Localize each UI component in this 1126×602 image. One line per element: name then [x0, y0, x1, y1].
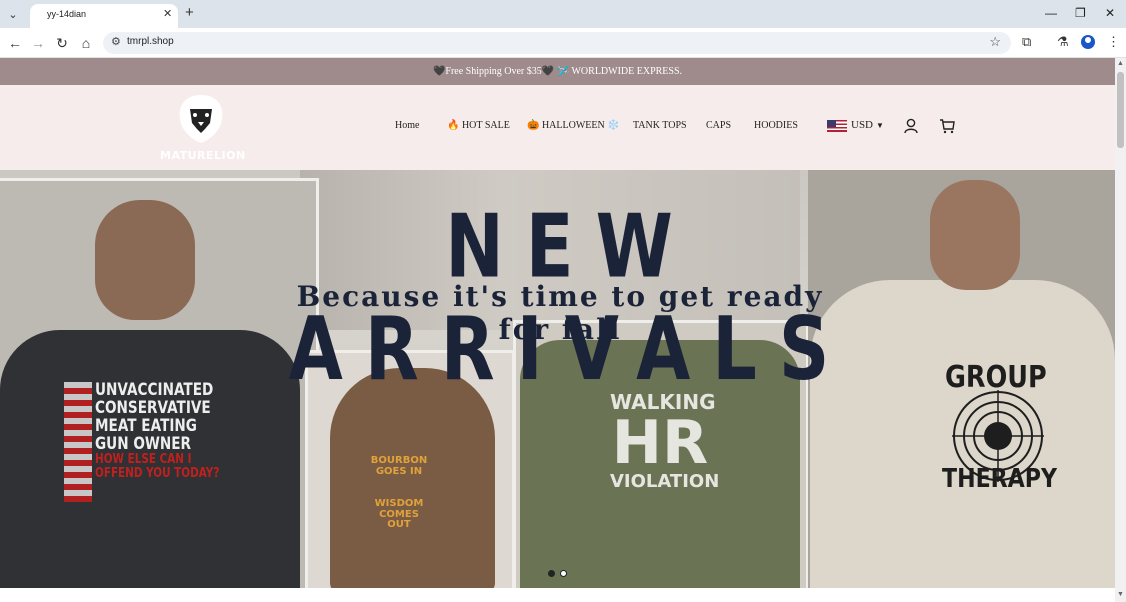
- url-text[interactable]: tmrpl.shop: [127, 36, 174, 47]
- model-head-left: [95, 200, 195, 320]
- print-unvaccinated: UNVACCINATED CONSERVATIVE MEAT EATING GU…: [95, 381, 220, 482]
- site-info-icon[interactable]: ⚙: [111, 35, 121, 48]
- print-bourbon: BOURBON GOES IN WISDOM COMES OUT: [368, 455, 430, 531]
- print-glass-graphic: [368, 477, 430, 499]
- print-group: GROUP: [945, 360, 1047, 395]
- tab-search-icon[interactable]: ⌄: [4, 5, 22, 23]
- print-line: HOW ELSE CAN I: [95, 452, 192, 468]
- scroll-up-icon[interactable]: ▲: [1117, 60, 1124, 67]
- browser-tabbar: ⌄ yy-14dian ✕ + — ❐ ✕: [0, 0, 1126, 28]
- print-therapy: THERAPY: [942, 464, 1057, 494]
- profile-avatar[interactable]: [1081, 35, 1095, 49]
- lion-logo-icon: [179, 95, 223, 143]
- site-logo[interactable]: MATURELION: [160, 93, 246, 162]
- slide-dot-2[interactable]: [560, 570, 567, 577]
- forward-icon[interactable]: →: [29, 34, 47, 52]
- home-icon[interactable]: ⌂: [77, 34, 95, 52]
- nav-hot-sale[interactable]: 🔥 HOT SALE: [447, 120, 510, 131]
- cart-icon[interactable]: [939, 118, 955, 134]
- chevron-down-icon[interactable]: ▼: [876, 121, 884, 130]
- logo-text: MATURELION: [160, 149, 246, 162]
- extensions-icon[interactable]: ⧉: [1022, 34, 1031, 50]
- address-bar[interactable]: ⚙ tmrpl.shop ☆: [103, 32, 1011, 54]
- scroll-down-icon[interactable]: ▼: [1117, 591, 1124, 598]
- nav-hoodies[interactable]: HOODIES: [754, 120, 798, 131]
- currency-selector[interactable]: USD: [851, 119, 873, 131]
- account-icon[interactable]: [904, 118, 918, 134]
- print-line: WISDOM: [374, 498, 424, 509]
- restore-icon[interactable]: ❐: [1075, 6, 1086, 20]
- tab-close-icon[interactable]: ✕: [163, 7, 172, 20]
- browser-tab[interactable]: yy-14dian ✕: [30, 4, 178, 28]
- nav-halloween[interactable]: 🎃 HALLOWEEN ❄️: [527, 120, 620, 131]
- page-scrollbar[interactable]: ▲ ▼: [1115, 58, 1126, 602]
- menu-icon[interactable]: ⋮: [1107, 34, 1120, 50]
- back-icon[interactable]: ←: [6, 34, 24, 52]
- tab-title: yy-14dian: [47, 9, 87, 19]
- print-walking-hr: WALKING HR VIOLATION: [610, 392, 720, 492]
- bookmark-star-icon[interactable]: ☆: [989, 34, 1001, 50]
- print-line: CONSERVATIVE: [95, 397, 211, 418]
- announcement-bar: 🖤Free Shipping Over $35🖤 🛩️ WORLDWIDE EX…: [0, 58, 1115, 85]
- reload-icon[interactable]: ↻: [53, 34, 71, 52]
- minimize-icon[interactable]: —: [1045, 6, 1057, 20]
- nav-tank-tops[interactable]: TANK TOPS: [633, 120, 687, 131]
- print-line: BOURBON: [370, 455, 428, 466]
- labs-icon[interactable]: ⚗: [1057, 34, 1069, 50]
- print-line: GOES IN: [375, 465, 423, 477]
- nav-caps[interactable]: CAPS: [706, 120, 731, 131]
- print-line: GUN OWNER: [95, 433, 192, 454]
- print-line: OFFEND YOU TODAY?: [95, 466, 220, 482]
- page-viewport: 🖤Free Shipping Over $35🖤 🛩️ WORLDWIDE EX…: [0, 58, 1115, 602]
- us-flag-icon[interactable]: [827, 120, 847, 132]
- scrollbar-thumb[interactable]: [1117, 72, 1124, 148]
- print-line: COMES OUT: [379, 508, 419, 530]
- browser-toolbar: ← → ↻ ⌂ ⚙ tmrpl.shop ☆ ⧉ ⚗ ⋮: [0, 28, 1126, 58]
- new-tab-button[interactable]: +: [185, 4, 194, 21]
- model-head-right: [930, 180, 1020, 290]
- slide-dot-1[interactable]: [548, 570, 555, 577]
- print-line: VIOLATION: [610, 471, 720, 492]
- flag-print: [64, 382, 92, 502]
- hero-banner[interactable]: UNVACCINATED CONSERVATIVE MEAT EATING GU…: [0, 170, 1115, 588]
- nav-home[interactable]: Home: [395, 120, 419, 131]
- window-close-icon[interactable]: ✕: [1105, 6, 1115, 20]
- site-header: MATURELION Home 🔥 HOT SALE 🎃 HALLOWEEN ❄…: [0, 85, 1115, 170]
- print-line: HR: [611, 408, 709, 478]
- print-line: MEAT EATING: [95, 415, 197, 436]
- hero-tagline: Because it's time to get ready for fall: [296, 280, 824, 346]
